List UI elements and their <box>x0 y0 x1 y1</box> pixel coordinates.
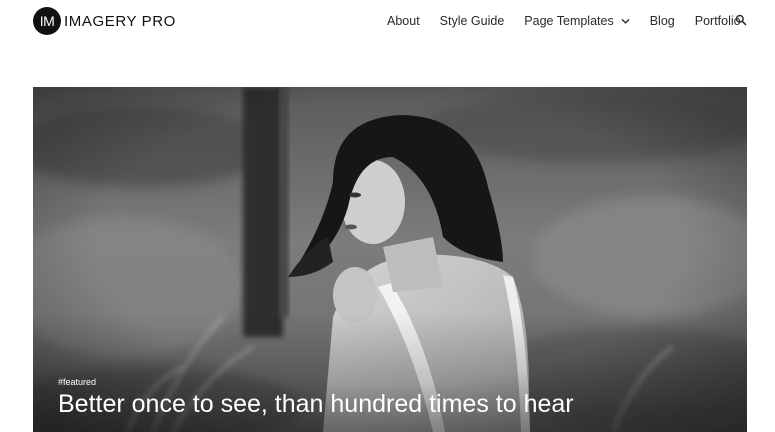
nav-item-portfolio[interactable]: Portfolio <box>695 14 741 28</box>
nav-item-label: Page Templates <box>524 14 614 28</box>
nav-item-label: Style Guide <box>439 14 505 28</box>
site-logo[interactable]: IM IMAGERY PRO <box>33 7 176 35</box>
main-nav: About Style Guide Page Templates Blog Po… <box>387 13 741 29</box>
page: IM IMAGERY PRO About Style Guide Page Te… <box>0 0 775 432</box>
nav-item-page-templates[interactable]: Page Templates <box>524 14 630 28</box>
site-header: IM IMAGERY PRO About Style Guide Page Te… <box>0 0 775 44</box>
logo-mark: IM <box>33 7 61 35</box>
nav-item-label: Blog <box>649 14 675 28</box>
hero-tag[interactable]: #featured <box>58 377 96 387</box>
logo-text: IMAGERY PRO <box>64 12 176 30</box>
nav-item-about[interactable]: About <box>387 14 420 28</box>
nav-item-label: About <box>387 14 420 28</box>
search-icon[interactable] <box>735 14 747 26</box>
chevron-down-icon <box>621 17 630 26</box>
nav-item-style-guide[interactable]: Style Guide <box>440 14 505 28</box>
featured-hero[interactable]: #featured Better once to see, than hundr… <box>33 87 747 432</box>
nav-item-label: Portfolio <box>694 14 741 28</box>
hero-image <box>33 87 747 432</box>
hero-title[interactable]: Better once to see, than hundred times t… <box>58 389 574 419</box>
nav-item-blog[interactable]: Blog <box>650 14 675 28</box>
